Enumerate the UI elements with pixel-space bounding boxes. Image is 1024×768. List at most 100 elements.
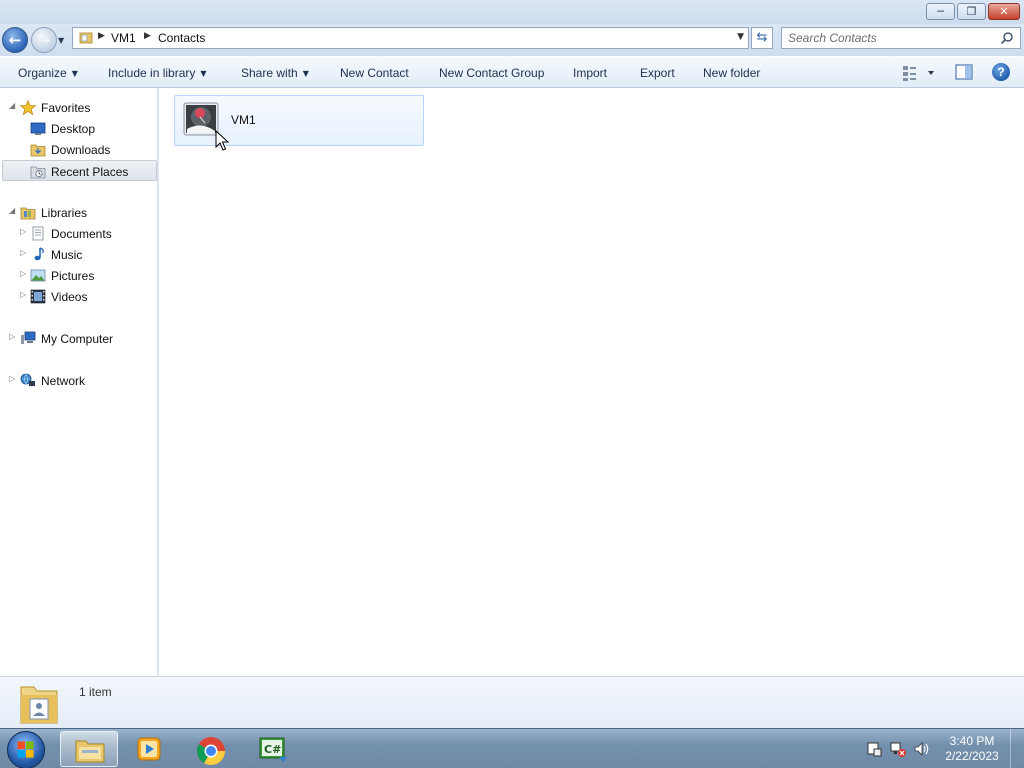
- breadcrumb-contacts[interactable]: Contacts: [158, 31, 205, 45]
- item-count: 1 item: [79, 685, 112, 699]
- share-with-menu[interactable]: Share with ▼: [241, 66, 309, 80]
- mouse-cursor-icon: [215, 130, 229, 151]
- close-icon: ✕: [999, 5, 1009, 18]
- nav-documents[interactable]: ▷ Documents: [0, 223, 157, 244]
- taskbar: C# 3:40 PM 2/22/2023: [0, 728, 1024, 768]
- nav-label: Libraries: [41, 206, 88, 220]
- collapsed-triangle-icon[interactable]: ▷: [20, 248, 26, 257]
- media-player-icon: [137, 737, 161, 761]
- nav-libraries[interactable]: ◢ Libraries: [0, 202, 157, 223]
- windows-explorer-icon: [75, 740, 105, 763]
- command-bar: Organize ▼ Include in library ▼ Share with…: [0, 56, 1024, 88]
- collapsed-triangle-icon[interactable]: ▷: [20, 227, 26, 236]
- taskbar-chrome-button[interactable]: [182, 731, 240, 767]
- close-button[interactable]: ✕: [988, 3, 1020, 20]
- new-contact-button[interactable]: New Contact: [340, 66, 409, 80]
- nav-label: Favorites: [41, 101, 91, 115]
- include-in-library-menu[interactable]: Include in library ▼: [108, 66, 207, 80]
- computer-icon: [21, 331, 36, 344]
- refresh-button[interactable]: ⇆: [751, 27, 773, 49]
- change-view-icon[interactable]: [902, 63, 938, 83]
- collapsed-triangle-icon[interactable]: ▷: [20, 290, 26, 299]
- contacts-folder-icon: [79, 32, 93, 44]
- back-button[interactable]: ←: [2, 27, 28, 53]
- nav-label: Music: [51, 248, 83, 262]
- minimize-icon: ─: [937, 5, 944, 18]
- organize-menu[interactable]: Organize ▼: [18, 66, 78, 80]
- nav-pictures[interactable]: ▷ Pictures: [0, 265, 157, 286]
- clock-time: 3:40 PM: [949, 734, 995, 748]
- preview-pane-icon[interactable]: [955, 64, 973, 80]
- network-icon: [20, 373, 35, 386]
- clock-date: 2/22/2023: [945, 749, 999, 763]
- search-box[interactable]: [781, 27, 1021, 49]
- nav-desktop[interactable]: Desktop: [0, 118, 157, 139]
- nav-network[interactable]: ▷ Network: [0, 370, 157, 391]
- nav-label: Network: [41, 374, 86, 388]
- restore-icon: ❐: [966, 5, 977, 18]
- nav-label: My Computer: [41, 332, 114, 346]
- navigation-pane: ◢ Favorites Desktop Downloads Recent Pla…: [0, 88, 158, 676]
- nav-music[interactable]: ▷ Music: [0, 244, 157, 265]
- collapsed-triangle-icon[interactable]: ▷: [9, 332, 15, 341]
- network-disconnected-icon[interactable]: [890, 741, 906, 757]
- nav-videos[interactable]: ▷ Videos: [0, 286, 157, 307]
- address-dropdown-icon[interactable]: ▼: [737, 32, 744, 42]
- export-button[interactable]: Export: [640, 66, 675, 80]
- new-folder-button[interactable]: New folder: [703, 66, 760, 80]
- taskbar-explorer-button[interactable]: [60, 731, 118, 767]
- collapsed-triangle-icon[interactable]: ▷: [20, 269, 26, 278]
- music-icon: [34, 247, 44, 261]
- videos-icon: [30, 289, 46, 304]
- taskbar-media-player-button[interactable]: [120, 731, 178, 767]
- restore-button[interactable]: ❐: [957, 3, 986, 20]
- contacts-folder-icon: [20, 686, 58, 724]
- help-icon[interactable]: ?: [992, 63, 1010, 81]
- recent-pages-dropdown[interactable]: ▼: [58, 36, 68, 45]
- nav-downloads[interactable]: Downloads: [0, 139, 157, 160]
- svg-text:C#: C#: [264, 743, 281, 756]
- action-center-icon[interactable]: [866, 741, 882, 757]
- nav-label: Desktop: [51, 122, 96, 136]
- collapsed-triangle-icon[interactable]: ▷: [9, 374, 15, 383]
- documents-icon: [32, 226, 44, 241]
- system-clock[interactable]: 3:40 PM 2/22/2023: [940, 734, 1004, 764]
- address-bar[interactable]: ▶ VM1 ▶ Contacts ▼: [72, 27, 749, 49]
- new-contact-group-button[interactable]: New Contact Group: [439, 66, 544, 80]
- expanded-triangle-icon[interactable]: ◢: [9, 101, 15, 110]
- minimize-button[interactable]: ─: [926, 3, 955, 20]
- include-in-library-label: Include in library: [108, 66, 196, 80]
- pictures-icon: [30, 269, 46, 282]
- nav-favorites[interactable]: ◢ Favorites: [0, 97, 157, 118]
- nav-label: Recent Places: [51, 165, 129, 179]
- search-input[interactable]: [788, 30, 998, 46]
- import-button[interactable]: Import: [573, 66, 607, 80]
- organize-label: Organize: [18, 66, 67, 80]
- show-desktop-button[interactable]: [1010, 729, 1024, 768]
- nav-label: Videos: [51, 290, 88, 304]
- start-button[interactable]: [7, 731, 45, 768]
- search-icon[interactable]: [1000, 31, 1014, 45]
- back-arrow-icon: ←: [8, 31, 22, 49]
- chrome-icon: [197, 737, 225, 765]
- chevron-down-icon: ▼: [302, 69, 309, 78]
- nav-recent-places[interactable]: Recent Places: [2, 160, 157, 181]
- contact-item[interactable]: VM1: [174, 95, 424, 146]
- nav-label: Pictures: [51, 269, 95, 283]
- forward-button[interactable]: →: [31, 27, 57, 53]
- forward-arrow-icon: →: [37, 31, 51, 49]
- chevron-down-icon: ▼: [71, 69, 78, 78]
- recent-places-icon: [30, 166, 46, 179]
- volume-icon[interactable]: [914, 741, 930, 757]
- nav-my-computer[interactable]: ▷ My Computer: [0, 328, 157, 349]
- expanded-triangle-icon[interactable]: ◢: [9, 206, 15, 215]
- libraries-icon: [20, 207, 36, 220]
- title-bar: ─ ❐ ✕: [0, 0, 1024, 24]
- breadcrumb-separator[interactable]: ▶: [98, 31, 105, 41]
- breadcrumb-separator[interactable]: ▶: [144, 31, 151, 41]
- details-pane: 1 item: [0, 676, 1024, 728]
- taskbar-csharp-button[interactable]: C#: [244, 731, 302, 767]
- nav-label: Documents: [51, 227, 112, 241]
- share-with-label: Share with: [241, 66, 298, 80]
- breadcrumb-vm1[interactable]: VM1: [111, 31, 136, 45]
